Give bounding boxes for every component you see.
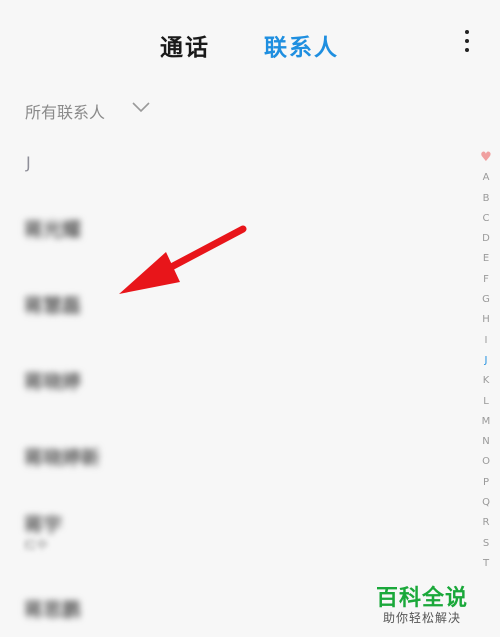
watermark-logo: 百科全说 <box>376 586 469 611</box>
watermark-subtitle: 助你轻松解决 <box>383 611 462 625</box>
annotation-arrow <box>119 225 247 294</box>
